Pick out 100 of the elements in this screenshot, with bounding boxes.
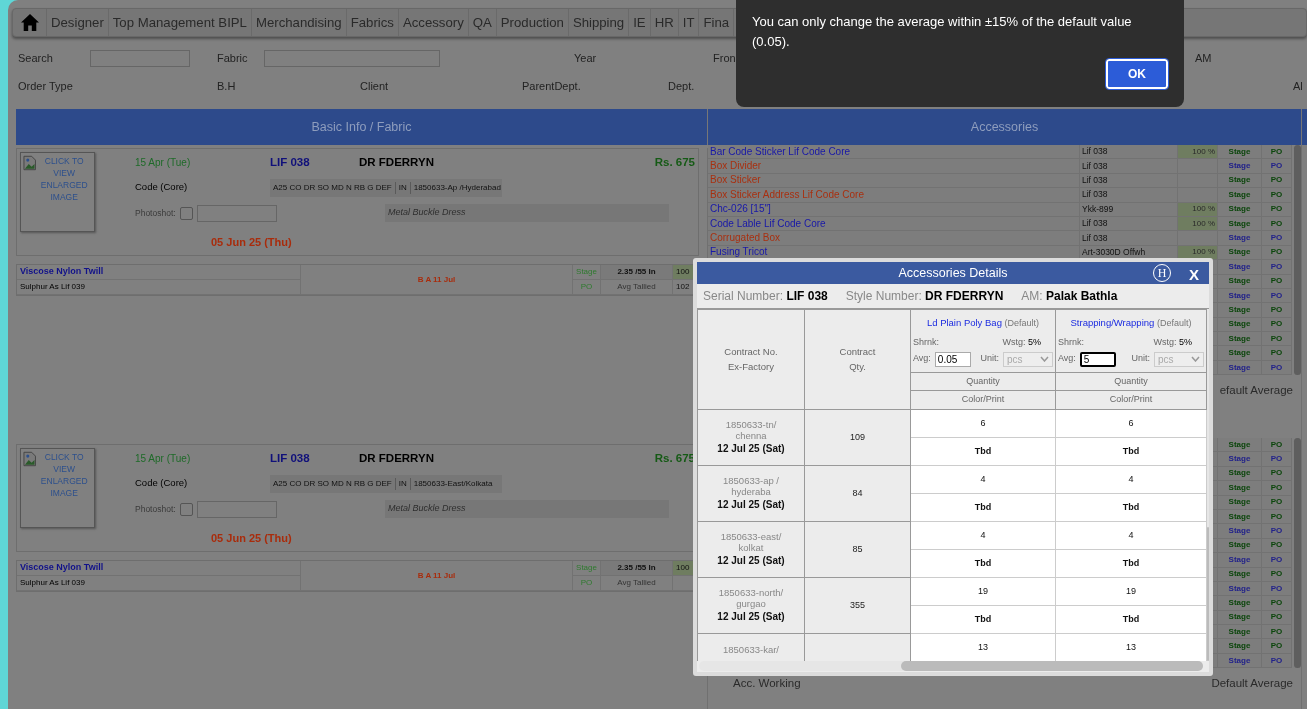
accessory-link[interactable]: Strapping/Wrapping <box>1070 317 1155 328</box>
fabric-name[interactable]: Viscose Nylon Twill <box>20 561 104 575</box>
unit-select[interactable]: pcs <box>1003 351 1053 367</box>
po-link[interactable]: PO <box>1270 582 1283 595</box>
po-link[interactable]: PO <box>1270 553 1283 566</box>
nav-tab[interactable]: Designer <box>47 9 109 36</box>
avg-field[interactable]: 0.05 <box>934 351 971 367</box>
stage-link[interactable]: Stage <box>1228 347 1251 360</box>
po-link[interactable]: PO <box>1270 232 1283 245</box>
stage-link[interactable]: Stage <box>1228 289 1251 302</box>
stage-link[interactable]: Stage <box>1228 510 1251 523</box>
stage-link[interactable]: Stage <box>1228 332 1251 345</box>
stage-link[interactable]: Stage <box>1228 246 1251 259</box>
stage-link[interactable]: Stage <box>1228 496 1251 509</box>
po-link[interactable]: PO <box>1270 597 1283 609</box>
accessory-name[interactable]: Bar Code Sticker Lif Code Core <box>710 145 851 158</box>
po-link[interactable]: PO <box>1270 304 1283 316</box>
po-link[interactable]: PO <box>1270 525 1283 538</box>
accessory-name[interactable]: Fusing Tricot <box>710 246 768 259</box>
checkbox[interactable] <box>179 502 193 516</box>
enlarge-image-link[interactable]: CLICK TO VIEW ENLARGED IMAGE <box>36 155 92 229</box>
po-link[interactable]: PO <box>1270 174 1283 187</box>
stage-link[interactable]: Stage <box>1228 467 1251 480</box>
nav-tab[interactable]: IT <box>678 9 700 36</box>
nav-tab[interactable]: Accessory <box>398 9 469 36</box>
po-link[interactable]: PO <box>1270 510 1283 523</box>
po-link[interactable]: PO <box>1270 289 1283 302</box>
po-link[interactable]: PO <box>1270 654 1283 667</box>
stage-link[interactable]: Stage <box>1228 188 1251 201</box>
stage-link[interactable]: Stage <box>1228 145 1251 158</box>
avg-field[interactable]: 5 <box>1079 351 1116 367</box>
unit-select[interactable]: pcs <box>1154 351 1204 367</box>
po-link[interactable]: PO <box>1270 145 1283 158</box>
nav-tab[interactable]: Production <box>496 9 569 36</box>
stage-link[interactable]: Stage <box>1228 481 1251 494</box>
stage-link[interactable]: Stage <box>1228 438 1251 451</box>
po-link[interactable]: PO <box>1270 260 1283 273</box>
po-link[interactable]: PO <box>1270 453 1283 466</box>
nav-tab[interactable]: IE <box>629 9 651 36</box>
po-link[interactable]: PO <box>1270 481 1283 494</box>
scrollbar[interactable] <box>699 661 1203 671</box>
stage-link[interactable]: Stage <box>1228 361 1251 374</box>
accessory-name[interactable]: Box Sticker <box>710 174 761 187</box>
stage-link[interactable]: Stage <box>1228 582 1251 595</box>
accessory-name[interactable]: Chc-026 [15"] <box>710 203 771 216</box>
po-link[interactable]: PO <box>1270 203 1283 216</box>
stage-link[interactable]: Stage <box>1228 539 1251 552</box>
text-field[interactable] <box>90 49 190 67</box>
nav-tab[interactable]: HR <box>650 9 679 36</box>
accessory-name[interactable]: Box Divider <box>710 160 762 173</box>
accessory-name[interactable]: Box Sticker Address Lif Code Core <box>710 188 864 201</box>
stage-link[interactable]: Stage <box>1228 654 1251 667</box>
nav-tab[interactable]: Top Management BIPL <box>108 9 252 36</box>
stage-link[interactable]: Stage <box>1228 232 1251 245</box>
checkbox[interactable] <box>179 206 193 220</box>
text-field[interactable] <box>196 500 277 518</box>
po-link[interactable]: PO <box>1270 318 1283 331</box>
nav-tab[interactable]: Shipping <box>568 9 630 36</box>
ok-button[interactable]: OK <box>1106 59 1168 89</box>
po-link[interactable]: PO <box>1270 539 1283 552</box>
po-link[interactable]: PO <box>1270 160 1283 173</box>
po-link[interactable]: PO <box>1270 438 1283 451</box>
stage-link[interactable]: Stage <box>1228 304 1251 316</box>
stage-link[interactable]: Stage <box>1228 174 1251 187</box>
scrollbar[interactable] <box>1294 438 1301 669</box>
stage-link[interactable]: Stage <box>1228 611 1251 624</box>
text-field[interactable] <box>264 49 440 67</box>
po-link[interactable]: PO <box>1270 640 1283 653</box>
nav-tab[interactable]: Fabrics <box>346 9 399 36</box>
close-button[interactable]: X <box>1189 264 1199 287</box>
po-link[interactable]: PO <box>1270 611 1283 624</box>
po-link[interactable]: PO <box>1270 246 1283 259</box>
stage-link[interactable]: Stage <box>1228 160 1251 173</box>
nav-tab[interactable]: Merchandising <box>251 9 347 36</box>
stage-link[interactable]: Stage <box>1228 275 1251 288</box>
po-link[interactable]: PO <box>1270 332 1283 345</box>
stage-link[interactable]: Stage <box>1228 453 1251 466</box>
po-link[interactable]: PO <box>1270 467 1283 480</box>
enlarge-image-link[interactable]: CLICK TO VIEW ENLARGED IMAGE <box>36 451 92 525</box>
fabric-name[interactable]: Viscose Nylon Twill <box>20 265 104 279</box>
po-link[interactable]: PO <box>1270 361 1283 374</box>
stage-link[interactable]: Stage <box>1228 217 1251 230</box>
home-icon[interactable] <box>20 14 39 31</box>
stage-link[interactable]: Stage <box>1228 260 1251 273</box>
nav-tab[interactable]: Fina <box>699 9 735 36</box>
po-link[interactable]: PO <box>1270 625 1283 638</box>
po-link[interactable]: PO <box>1270 568 1283 581</box>
stage-link[interactable]: Stage <box>1228 203 1251 216</box>
po-link[interactable]: PO <box>1270 496 1283 509</box>
nav-tab[interactable]: QA <box>468 9 497 36</box>
stage-link[interactable]: Stage <box>1228 568 1251 581</box>
po-link[interactable]: PO <box>1270 275 1283 288</box>
stage-link[interactable]: Stage <box>1228 597 1251 609</box>
stage-link[interactable]: Stage <box>1228 625 1251 638</box>
scrollbar[interactable] <box>1207 309 1209 661</box>
accessory-name[interactable]: Code Lable Lif Code Core <box>710 217 826 230</box>
po-link[interactable]: PO <box>1270 188 1283 201</box>
po-link[interactable]: PO <box>1270 217 1283 230</box>
text-field[interactable] <box>196 204 277 222</box>
accessory-name[interactable]: Corrugated Box <box>710 232 781 245</box>
